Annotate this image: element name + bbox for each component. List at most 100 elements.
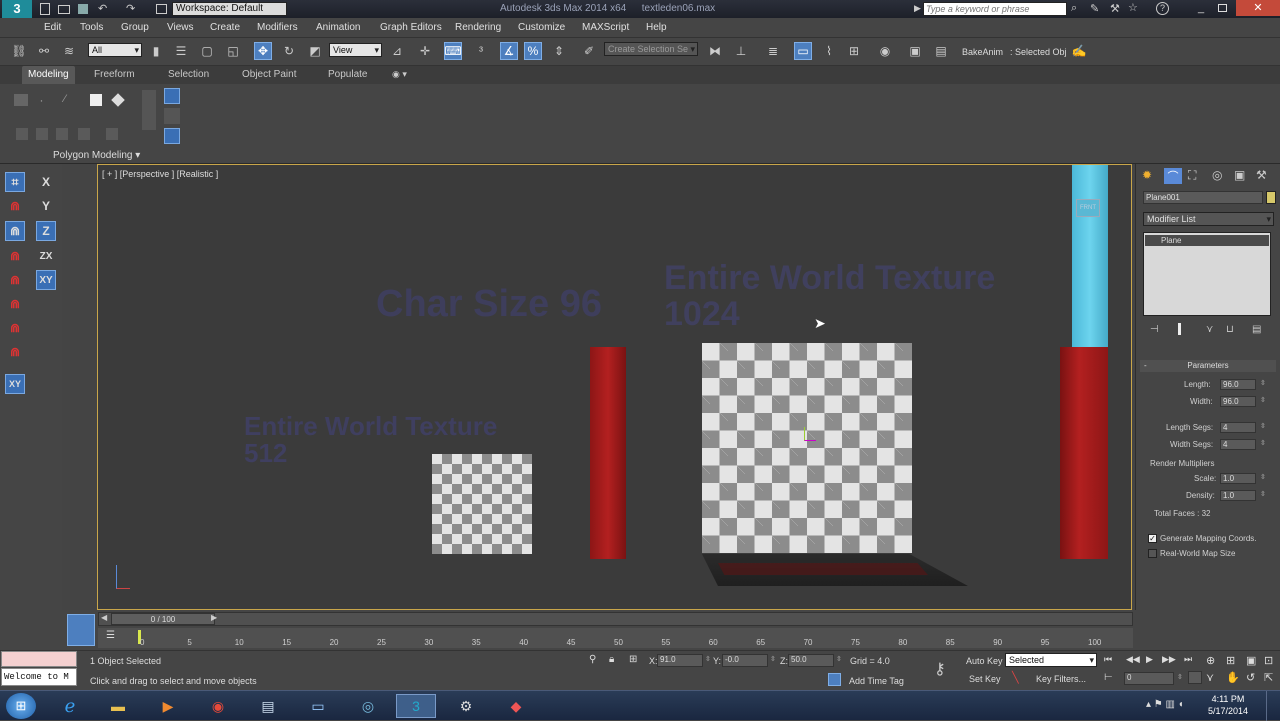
y-coord-input[interactable]: -0.0 [722,654,768,667]
menu-edit[interactable]: Edit [44,22,61,33]
modify-tab-icon[interactable]: ⌒ [1164,168,1182,184]
cyan-pillar[interactable] [1072,165,1108,347]
new-file-icon[interactable] [40,3,50,15]
unlink-icon[interactable]: ⚯ [35,42,53,60]
edit-poly-icon[interactable] [14,94,28,106]
make-unique-icon[interactable]: ⋎ [1206,324,1213,335]
key-filters-button[interactable]: Key Filters... [1036,674,1086,684]
selected-obj-label[interactable]: : Selected Obj [1010,47,1067,57]
menu-animation[interactable]: Animation [316,22,360,33]
select-object-icon[interactable]: ▮ [147,42,165,60]
x-spinner-icon[interactable]: ⇳ [705,655,711,663]
axis-x-button[interactable]: X [36,172,56,192]
bind-space-warp-icon[interactable]: ≋ [60,42,78,60]
script-icon[interactable]: ✍ [1070,42,1088,60]
absolute-mode-icon[interactable]: ⊞ [629,654,637,665]
border-icon[interactable] [90,94,102,106]
pivot-center-icon[interactable]: ⊿ [388,42,406,60]
object-color-swatch[interactable] [1266,191,1276,204]
edge-icon[interactable]: ⁄ [64,93,66,105]
set-key-button[interactable]: Set Key [969,674,1001,684]
snap-tool-icon-2[interactable]: ⋒ [5,221,25,241]
snap-magnet-icon-4[interactable]: ⋒ [5,294,25,314]
snap-magnet-icon-3[interactable]: ⋒ [5,270,25,290]
ribbon-side-icon-2[interactable] [164,88,180,104]
isolate-selection-icon[interactable]: ⚲ [589,654,596,665]
bake-anim-label[interactable]: BakeAnim [962,47,1003,57]
zoom-extents-icon[interactable]: ▣ [1246,654,1256,667]
zoom-extents-all-icon[interactable]: ⊡ [1264,654,1273,667]
scale-spinner-icon[interactable]: ⇳ [1260,473,1266,481]
snap-magnet-icon-1[interactable]: ⋒ [5,196,25,216]
length-segs-input[interactable]: 4 [1220,422,1256,433]
remove-modifier-icon[interactable]: ⊔ [1226,324,1234,335]
axis-xy-button[interactable]: XY [36,270,56,290]
spinner-snap-icon[interactable]: ⇕ [550,42,568,60]
system-tray-icons[interactable]: ▴ ⚑ ▥ ◖ [1146,699,1184,710]
axis-z-button[interactable]: Z [36,221,56,241]
favorites-icon[interactable]: ☆ [1128,1,1138,14]
y-spinner-icon[interactable]: ⇳ [770,655,776,663]
material-editor-icon[interactable]: ◉ [876,42,894,60]
key-icon[interactable]: ⚷ [934,659,946,679]
restore-icon[interactable] [1218,4,1227,12]
modify-mode-icon-5[interactable] [106,128,118,140]
display-tab-icon[interactable]: ▣ [1234,168,1245,182]
width-input[interactable]: 96.0 [1220,396,1256,407]
render-app-icon[interactable]: ◆ [496,694,536,718]
taskbar-clock[interactable]: 4:11 PM 5/17/2014 [1200,693,1256,717]
minimize-icon[interactable]: _ [1198,2,1204,14]
file-explorer-icon[interactable]: ▬ [98,694,138,718]
tab-object-paint[interactable]: Object Paint [242,69,296,80]
chrome-icon[interactable]: ◉ [198,694,238,718]
go-to-end-icon[interactable]: ⏭ [1184,654,1192,665]
snap-tool-icon-3[interactable]: XY [5,374,25,394]
modify-mode-icon-2[interactable] [36,128,48,140]
menu-create[interactable]: Create [210,22,240,33]
menu-tools[interactable]: Tools [80,22,103,33]
generate-mapping-checkbox[interactable]: ✓ [1148,534,1157,543]
hierarchy-tab-icon[interactable]: ⛶ [1188,168,1196,183]
menu-modifiers[interactable]: Modifiers [257,22,298,33]
field-of-view-icon[interactable]: ⋎ [1206,671,1214,684]
open-curve-editor-icon[interactable]: ☰ [106,630,115,641]
align-icon[interactable]: ⊥ [732,42,750,60]
rectangular-selection-icon[interactable]: ▢ [198,42,216,60]
render-setup-icon[interactable]: ▣ [906,42,924,60]
select-and-rotate-icon[interactable]: ↻ [280,42,298,60]
parameters-rollout-header[interactable]: - Parameters [1140,360,1276,372]
search-binoculars-icon[interactable]: ⌕ [1071,2,1077,15]
percent-snap-icon[interactable]: % [524,42,542,60]
snaps-toggle-icon[interactable]: ³ [472,42,490,60]
show-desktop-button[interactable] [1266,691,1280,721]
orbit-icon[interactable]: ↺ [1246,671,1255,684]
snap-magnet-icon-5[interactable]: ⋒ [5,318,25,338]
app-logo-icon[interactable]: 3 [2,0,32,18]
pin-stack-icon[interactable]: ⊣ [1150,324,1159,335]
search-arrow-icon[interactable]: ▶ [914,3,921,14]
frame-spinner-icon[interactable]: ⇳ [1177,673,1183,681]
mirror-icon[interactable]: ⧓ [706,42,724,60]
time-slider-thumb[interactable]: 0 / 100 [111,613,215,625]
viewcube-icon[interactable]: FRNT [1076,199,1100,217]
create-tab-icon[interactable]: ✹ [1142,168,1152,182]
select-and-move-icon[interactable]: ✥ [254,42,272,60]
stack-item-plane[interactable]: Plane [1145,235,1269,246]
ribbon-side-icon-1[interactable] [142,90,156,130]
close-window-icon[interactable]: ✕ [1236,0,1280,16]
schematic-view-icon[interactable]: ⊞ [845,42,863,60]
pan-view-icon[interactable]: ✋ [1226,671,1240,684]
ribbon-side-icon-3[interactable] [164,108,180,124]
menu-help[interactable]: Help [646,22,667,33]
modify-mode-icon-3[interactable] [56,128,68,140]
auto-key-button[interactable]: Auto Key [966,656,1003,666]
length-input[interactable]: 96.0 [1220,379,1256,390]
previous-frame-icon[interactable]: ◀◀ [1126,654,1140,665]
time-slider-next-icon[interactable]: ▶ [211,613,217,622]
open-file-icon[interactable] [58,5,70,14]
polygon-icon[interactable] [111,93,125,107]
ribbon-side-icon-4[interactable] [164,128,180,144]
red-box-left[interactable] [590,347,626,559]
subscription-icon[interactable]: ✎ [1090,2,1099,15]
edit-named-selection-icon[interactable]: ✐ [580,42,598,60]
